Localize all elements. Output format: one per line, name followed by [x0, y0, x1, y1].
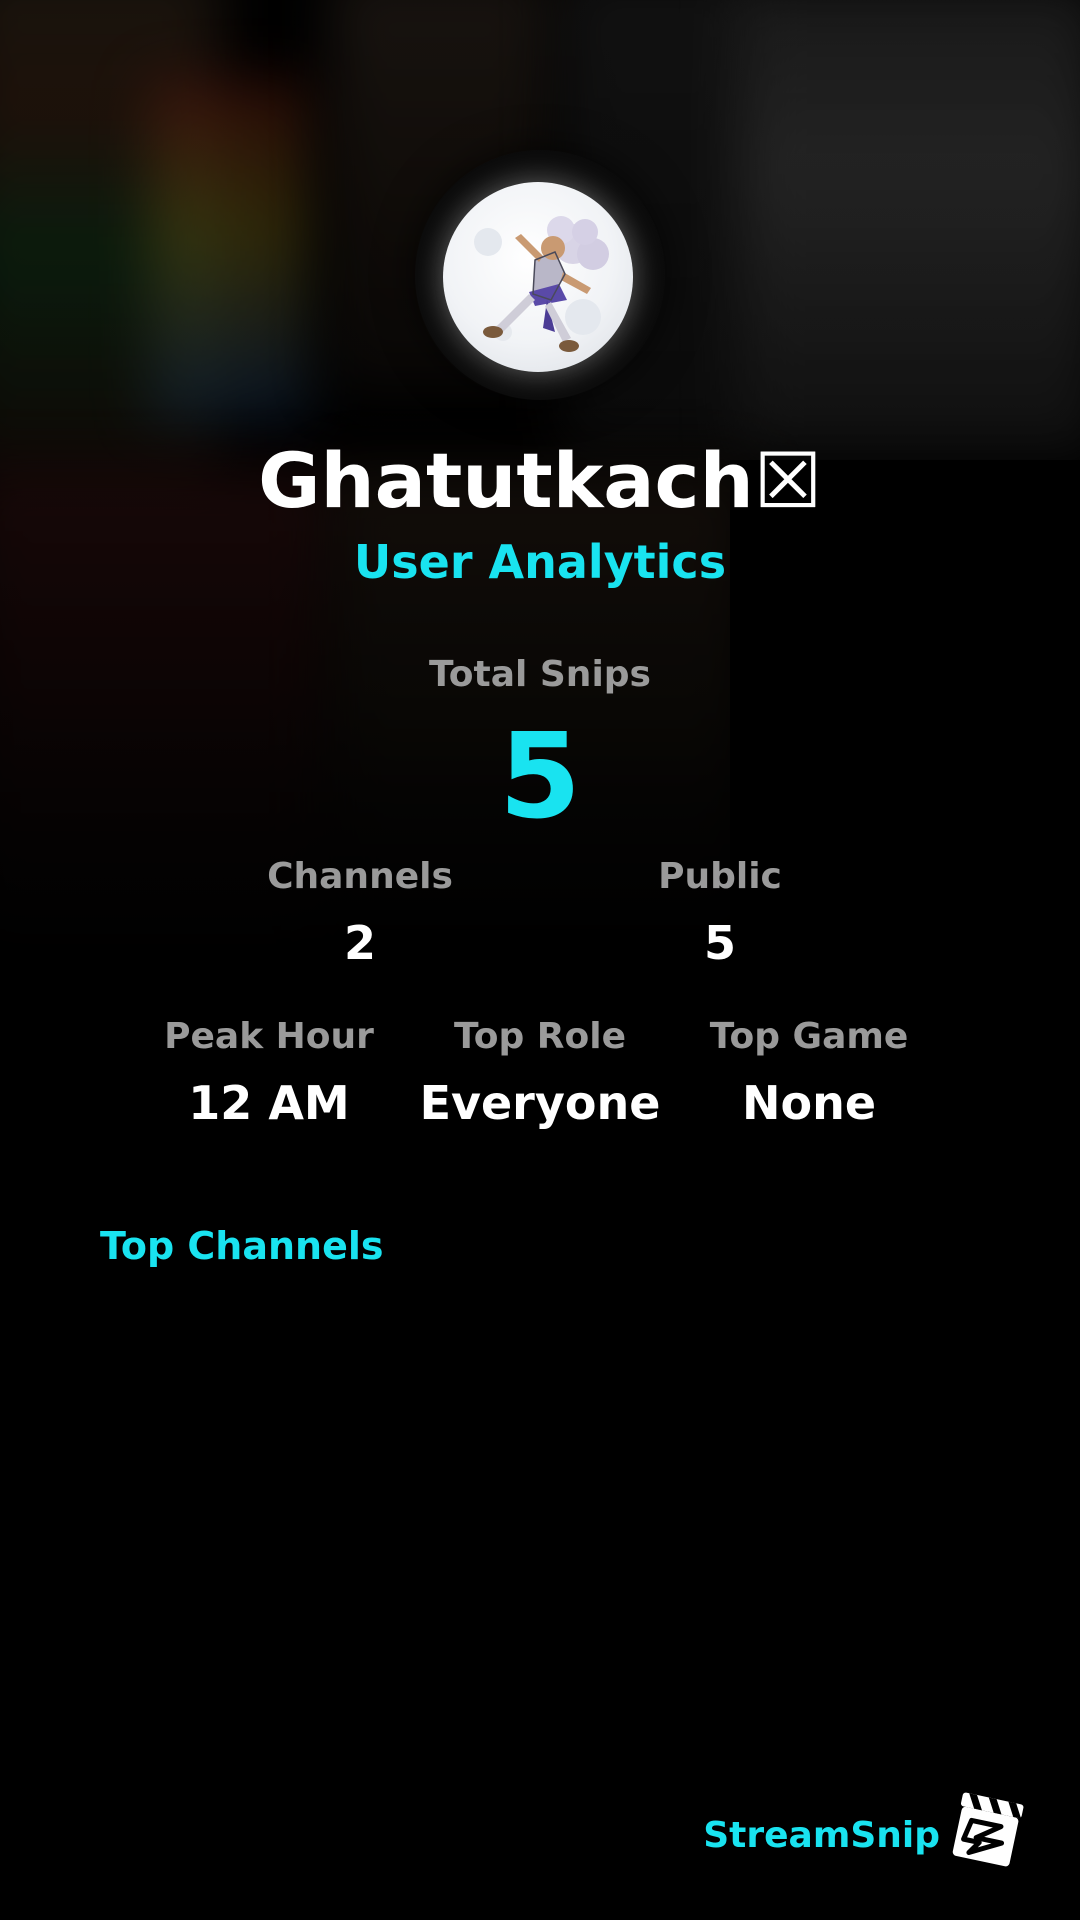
- user-display-name: Ghatutkach☒: [258, 436, 822, 525]
- top-channels-heading: Top Channels: [100, 1224, 384, 1268]
- stat-public: Public 5: [590, 854, 850, 972]
- stat-value: 2: [343, 916, 376, 970]
- stat-channels: Channels 2: [230, 854, 490, 972]
- avatar: [443, 182, 633, 372]
- stat-label: Peak Hour: [164, 1016, 374, 1057]
- page-subtitle: User Analytics: [353, 535, 727, 589]
- clapperboard-icon: [948, 1790, 1028, 1870]
- avatar-character-illustration: [474, 216, 609, 352]
- stat-peak-hour: Peak Hour 12 AM: [139, 1014, 399, 1132]
- stat-value: None: [741, 1076, 877, 1130]
- brand-name: StreamSnip: [703, 1815, 940, 1856]
- total-snips-value: 5: [498, 707, 582, 845]
- stat-label: Top Game: [709, 1016, 909, 1057]
- stat-value: Everyone: [419, 1076, 661, 1130]
- stat-top-role: Top Role Everyone: [410, 1014, 670, 1132]
- stat-label: Public: [658, 856, 782, 897]
- stat-label: Channels: [267, 856, 453, 897]
- stat-value: 5: [703, 916, 736, 970]
- total-snips-label: Total Snips: [429, 654, 651, 695]
- stat-value: 12 AM: [188, 1076, 350, 1130]
- stat-label: Top Role: [453, 1016, 627, 1057]
- stat-top-game: Top Game None: [679, 1014, 939, 1132]
- analytics-card: Ghatutkach☒ User Analytics Total Snips 5…: [0, 0, 1080, 1920]
